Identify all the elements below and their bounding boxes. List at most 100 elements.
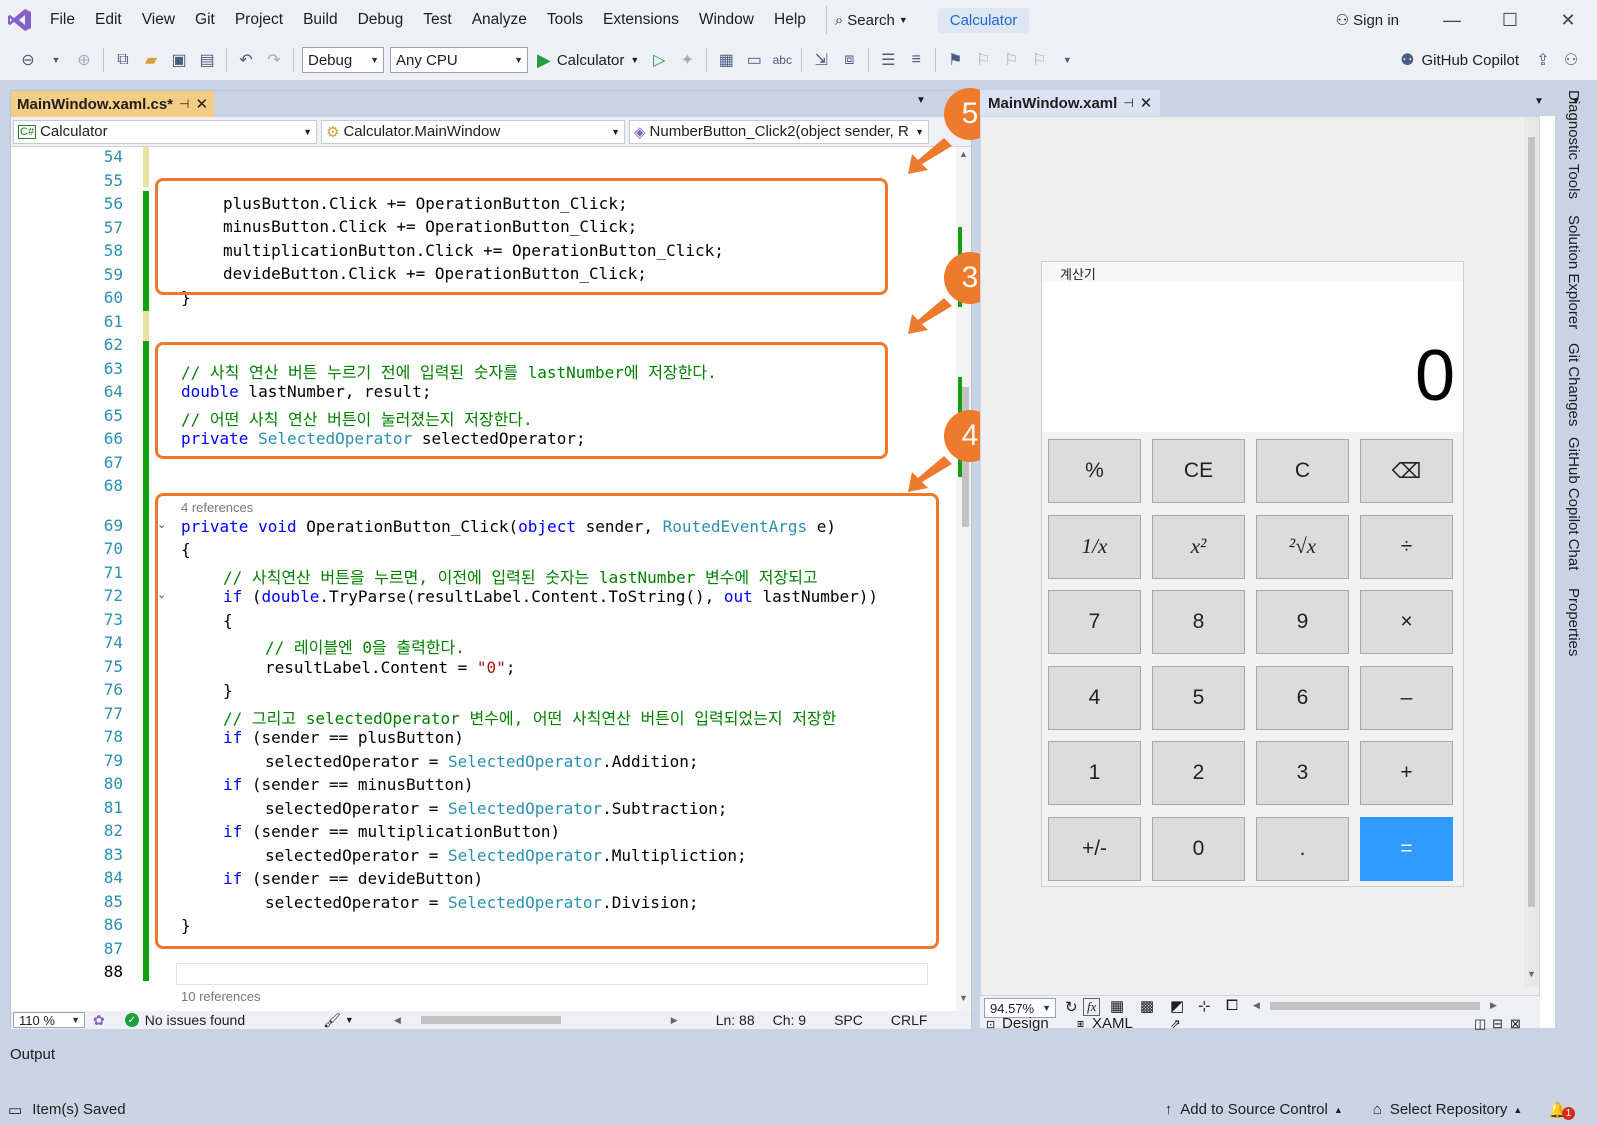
platform-select[interactable]: Any CPU ▼ xyxy=(390,47,528,73)
bookmark-icon[interactable]: ⚑ xyxy=(943,46,967,74)
github-copilot-button[interactable]: GitHub Copilot xyxy=(1421,52,1519,69)
menu-tools[interactable]: Tools xyxy=(537,11,593,29)
split-horizontal-icon[interactable]: ⊟ xyxy=(1492,1016,1503,1032)
minimize-icon[interactable]: — xyxy=(1423,10,1481,31)
calc-button[interactable]: 6 xyxy=(1256,665,1349,730)
open-folder-icon[interactable]: ▰ xyxy=(139,46,163,74)
menu-extensions[interactable]: Extensions xyxy=(593,11,689,29)
design-tab[interactable]: Design xyxy=(1002,1016,1049,1031)
pin-icon[interactable]: ⊣ xyxy=(179,97,189,111)
xaml-tab[interactable]: XAML xyxy=(1092,1016,1133,1031)
toolbar-overflow-icon[interactable]: ▼ xyxy=(1055,46,1079,74)
menu-file[interactable]: File xyxy=(40,11,85,29)
project-dropdown[interactable]: C# Calculator ▼ xyxy=(13,119,317,144)
zoom-select[interactable]: 110 % ▼ xyxy=(13,1012,85,1028)
prev-bookmark-icon[interactable]: ⚐ xyxy=(971,46,995,74)
intellicode-icon[interactable]: ✿ xyxy=(93,1012,105,1029)
search-box[interactable]: ⌕ Search ▼ xyxy=(825,6,916,34)
step-icon[interactable]: ⇲ xyxy=(809,46,833,74)
menu-view[interactable]: View xyxy=(132,11,185,29)
scroll-right-icon[interactable]: ▶ xyxy=(671,1015,678,1026)
tab-mainwindow-xaml-cs[interactable]: MainWindow.xaml.cs* ⊣ ✕ xyxy=(11,91,215,117)
menu-test[interactable]: Test xyxy=(413,11,461,29)
solution-explorer-icon[interactable]: ▦ xyxy=(714,46,738,74)
cleanup-icon[interactable]: 🖌 xyxy=(323,1012,341,1029)
back-icon[interactable]: ⊖ xyxy=(16,46,40,74)
hot-reload-icon[interactable]: ✦ xyxy=(675,46,699,74)
comment-icon[interactable]: ☰ xyxy=(876,46,900,74)
spell-check-icon[interactable]: abc xyxy=(770,46,794,74)
scroll-right-icon[interactable]: ▶ xyxy=(1490,1000,1497,1011)
issues-status[interactable]: No issues found xyxy=(145,1012,245,1028)
rail-github-copilot-chat[interactable]: GitHub Copilot Chat xyxy=(1565,437,1582,570)
start-debugging-button[interactable]: ▶ Calculator ▼ xyxy=(531,50,645,71)
calc-button[interactable]: x² xyxy=(1152,514,1245,579)
refresh-icon[interactable]: ↻ xyxy=(1065,998,1078,1016)
redo-icon[interactable]: ↷ xyxy=(262,46,286,74)
scroll-left-icon[interactable]: ◀ xyxy=(394,1015,401,1026)
notifications-icon[interactable]: 🔔 1 xyxy=(1548,1101,1575,1120)
compare-icon[interactable]: ⧈ xyxy=(837,46,861,74)
calc-button[interactable]: 0 xyxy=(1152,817,1245,881)
code-area[interactable]: 54 55 56 57 58 59 60 61 62 63 64 65 66 67 68 69 70 71 72 73… xyxy=(11,147,956,1011)
chevron-down-icon[interactable]: ▼ xyxy=(44,46,68,74)
new-project-icon[interactable]: ⧉ xyxy=(111,46,135,74)
line-ending-indicator[interactable]: CRLF xyxy=(891,1012,928,1028)
menu-debug[interactable]: Debug xyxy=(348,11,414,29)
chevron-down-icon[interactable]: ▼ xyxy=(345,1015,354,1025)
calc-button[interactable]: ²√x xyxy=(1256,514,1349,579)
rail-solution-explorer[interactable]: Solution Explorer xyxy=(1565,215,1582,329)
calc-button[interactable]: 1 xyxy=(1048,741,1141,806)
calc-button[interactable]: +/- xyxy=(1048,817,1141,881)
snap-grid-icon[interactable]: ▩ xyxy=(1140,997,1154,1015)
calc-button[interactable]: 7 xyxy=(1048,590,1141,655)
calc-button[interactable]: % xyxy=(1048,439,1141,503)
calc-button[interactable]: = xyxy=(1360,817,1453,881)
next-bookmark-icon[interactable]: ⚐ xyxy=(999,46,1023,74)
calc-button[interactable]: ⌫ xyxy=(1360,439,1453,503)
calc-button[interactable]: 8 xyxy=(1152,590,1245,655)
menu-window[interactable]: Window xyxy=(689,11,764,29)
snap-lines-icon[interactable]: ⊹ xyxy=(1198,997,1211,1015)
popout-icon[interactable]: ⇗ xyxy=(1170,1016,1181,1032)
start-without-debugging-icon[interactable]: ▷ xyxy=(647,46,671,74)
close-icon[interactable]: ✕ xyxy=(1539,10,1597,31)
scroll-down-icon[interactable]: ▼ xyxy=(959,993,968,1003)
calc-button[interactable]: 1/x xyxy=(1048,514,1141,579)
visual-studio-logo-icon[interactable] xyxy=(0,0,40,40)
line-indicator[interactable]: Ln: 88 xyxy=(716,1012,755,1028)
calc-button[interactable]: + xyxy=(1360,741,1453,806)
layout-icon[interactable]: ▭ xyxy=(742,46,766,74)
menu-analyze[interactable]: Analyze xyxy=(462,11,537,29)
menu-help[interactable]: Help xyxy=(764,11,816,29)
menu-build[interactable]: Build xyxy=(293,11,347,29)
grid-icon[interactable]: ▦ xyxy=(1110,997,1124,1015)
copilot-icon[interactable]: ⚉ xyxy=(1395,46,1419,74)
menu-project[interactable]: Project xyxy=(225,11,293,29)
rail-git-changes[interactable]: Git Changes xyxy=(1565,343,1582,426)
column-indicator[interactable]: Ch: 9 xyxy=(773,1012,806,1028)
split-vertical-icon[interactable]: ◫ xyxy=(1474,1016,1486,1032)
close-icon[interactable]: ✕ xyxy=(1140,94,1153,112)
feedback-icon[interactable]: ⚇ xyxy=(1559,46,1583,74)
tab-list-icon[interactable]: ▼ xyxy=(1534,96,1544,107)
sign-in-link[interactable]: Sign in xyxy=(1353,12,1399,29)
calc-button[interactable]: 9 xyxy=(1256,590,1349,655)
calc-button[interactable]: – xyxy=(1360,665,1453,730)
output-tab[interactable]: Output xyxy=(10,1046,55,1063)
undo-icon[interactable]: ↶ xyxy=(234,46,258,74)
collapse-pane-icon[interactable]: ⊠ xyxy=(1510,1016,1521,1032)
forward-icon[interactable]: ⊕ xyxy=(72,46,96,74)
class-dropdown[interactable]: ⚙ Calculator.MainWindow ▼ xyxy=(321,119,625,144)
calc-button[interactable]: × xyxy=(1360,590,1453,655)
codelens-references[interactable]: 10 references xyxy=(181,989,261,1004)
calc-button[interactable]: C xyxy=(1256,439,1349,503)
rail-diagnostic-tools[interactable]: Diagnostic Tools xyxy=(1565,90,1582,199)
whitespace-indicator[interactable]: SPC xyxy=(834,1012,863,1028)
calc-button[interactable]: ÷ xyxy=(1360,514,1453,579)
horizontal-scroll-thumb[interactable] xyxy=(1270,1002,1480,1010)
close-icon[interactable]: ✕ xyxy=(195,95,208,113)
clear-bookmarks-icon[interactable]: ⚐ xyxy=(1027,46,1051,74)
scroll-thumb[interactable] xyxy=(1528,137,1535,907)
add-to-source-control-button[interactable]: Add to Source Control xyxy=(1180,1101,1328,1118)
